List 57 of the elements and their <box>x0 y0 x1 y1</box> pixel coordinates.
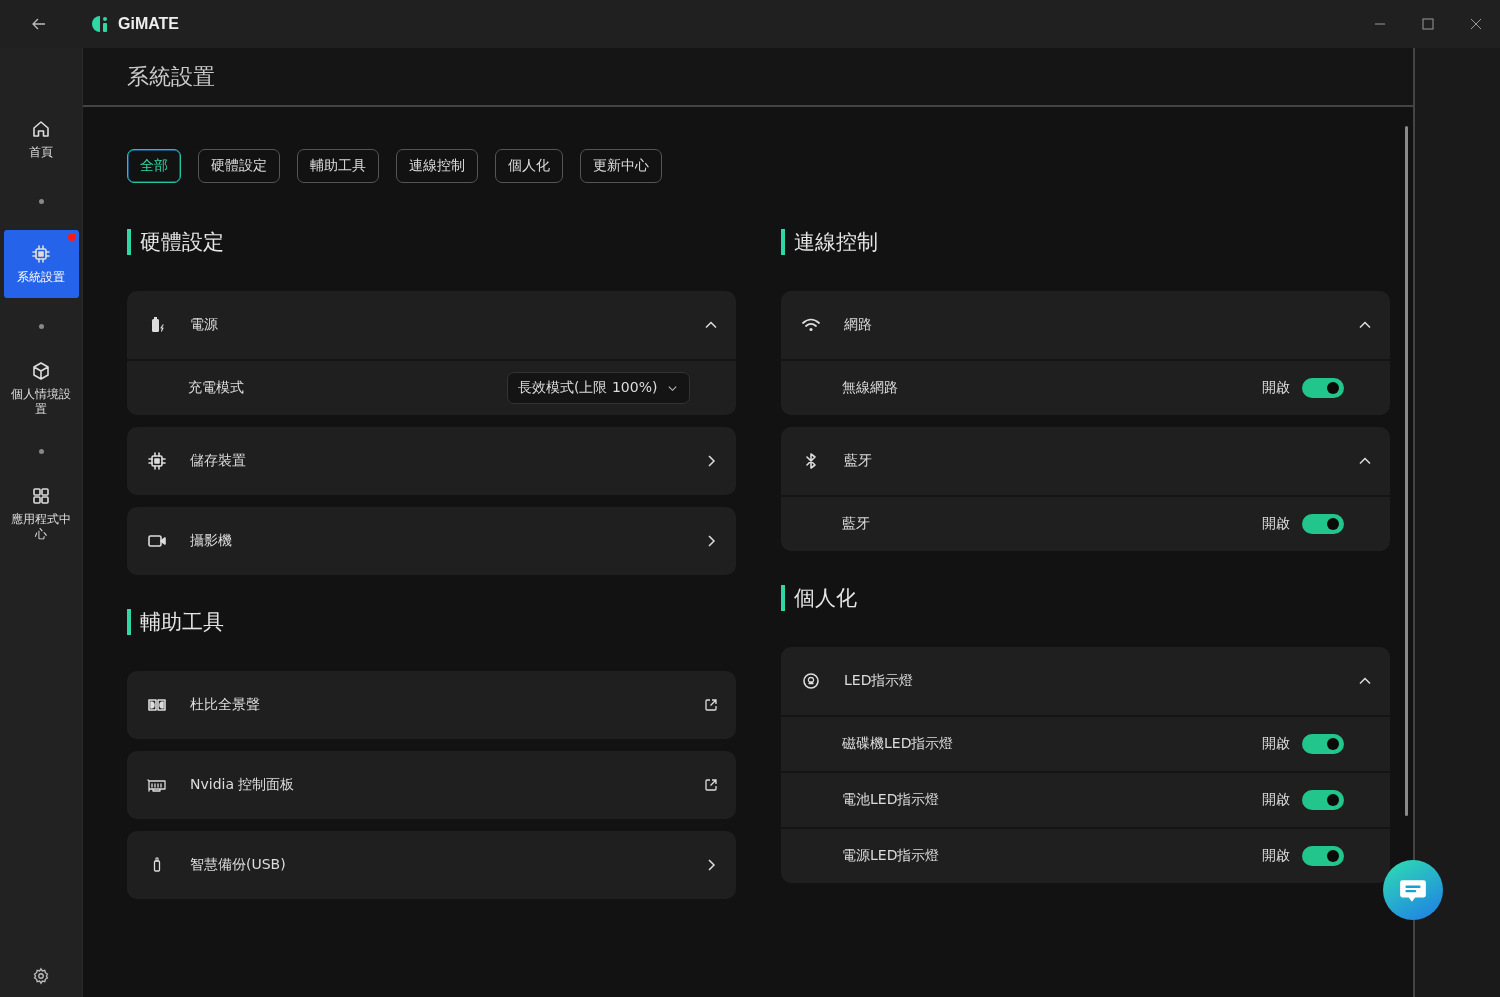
sidebar-item[interactable]: 個人情境設置 <box>3 355 79 423</box>
logo-icon <box>90 14 110 34</box>
page-title: 系統設置 <box>127 62 215 91</box>
toggle-switch[interactable] <box>1302 514 1344 534</box>
setting-label: 充電模式 <box>188 379 245 397</box>
group-label: 儲存裝置 <box>190 452 247 470</box>
scrollbar[interactable] <box>1405 126 1408 816</box>
filter-tab[interactable]: 連線控制 <box>396 149 478 183</box>
notification-dot <box>67 233 76 241</box>
maximize-icon[interactable] <box>1422 18 1434 30</box>
section-title: 硬體設定 <box>127 229 736 255</box>
bulb-icon <box>801 671 821 691</box>
filter-tab[interactable]: 硬體設定 <box>198 149 280 183</box>
filter-tab[interactable]: 個人化 <box>495 149 563 183</box>
toggle-switch[interactable] <box>1302 378 1344 398</box>
group-label: 智慧備份(USB) <box>190 856 287 874</box>
group-label: 攝影機 <box>190 532 233 550</box>
setting-label: 無線網路 <box>842 379 899 397</box>
sidebar-item[interactable]: 系統設置 <box>3 230 79 298</box>
toggle-state: 開啟 <box>1262 515 1290 533</box>
setting-label: 電源LED指示燈 <box>842 847 941 865</box>
group-label: 藍牙 <box>844 452 873 470</box>
external-link-icon[interactable] <box>704 698 718 712</box>
group-label: Nvidia 控制面板 <box>190 776 296 794</box>
group-label: 杜比全景聲 <box>190 696 261 714</box>
app-title: GiMATE <box>118 15 180 33</box>
toggle-state: 開啟 <box>1262 791 1290 809</box>
filter-tab[interactable]: 全部 <box>127 149 181 183</box>
toggle-state: 開啟 <box>1262 735 1290 753</box>
sidebar-item[interactable]: 應用程式中心 <box>3 480 79 548</box>
chip-icon <box>31 243 51 264</box>
sidebar-item[interactable]: 首頁 <box>3 105 79 173</box>
section-title: 輔助工具 <box>127 609 736 635</box>
filter-tab[interactable]: 輔助工具 <box>297 149 379 183</box>
toggle-switch[interactable] <box>1302 734 1344 754</box>
settings-icon[interactable] <box>32 967 50 985</box>
setting-label: 磁碟機LED指示燈 <box>842 735 955 753</box>
grid-icon <box>31 486 51 506</box>
chip-icon <box>147 451 167 471</box>
group-label: LED指示燈 <box>844 672 915 690</box>
setting-label: 藍牙 <box>842 515 871 533</box>
toggle-state: 開啟 <box>1262 847 1290 865</box>
home-icon <box>31 118 51 139</box>
group-label: 網路 <box>844 316 873 334</box>
section-title: 個人化 <box>781 585 1390 611</box>
group-label: 電源 <box>190 316 219 334</box>
external-link-icon[interactable] <box>704 778 718 792</box>
setting-label: 電池LED指示燈 <box>842 791 941 809</box>
dropdown[interactable]: 長效模式(上限 100%) <box>507 372 690 404</box>
filter-tab[interactable]: 更新中心 <box>580 149 662 183</box>
toggle-state: 開啟 <box>1262 379 1290 397</box>
toggle-switch[interactable] <box>1302 790 1344 810</box>
back-arrow-icon[interactable] <box>31 16 47 32</box>
cube-icon <box>31 361 51 381</box>
section-title: 連線控制 <box>781 229 1390 255</box>
toggle-switch[interactable] <box>1302 846 1344 866</box>
close-icon[interactable] <box>1470 18 1482 30</box>
